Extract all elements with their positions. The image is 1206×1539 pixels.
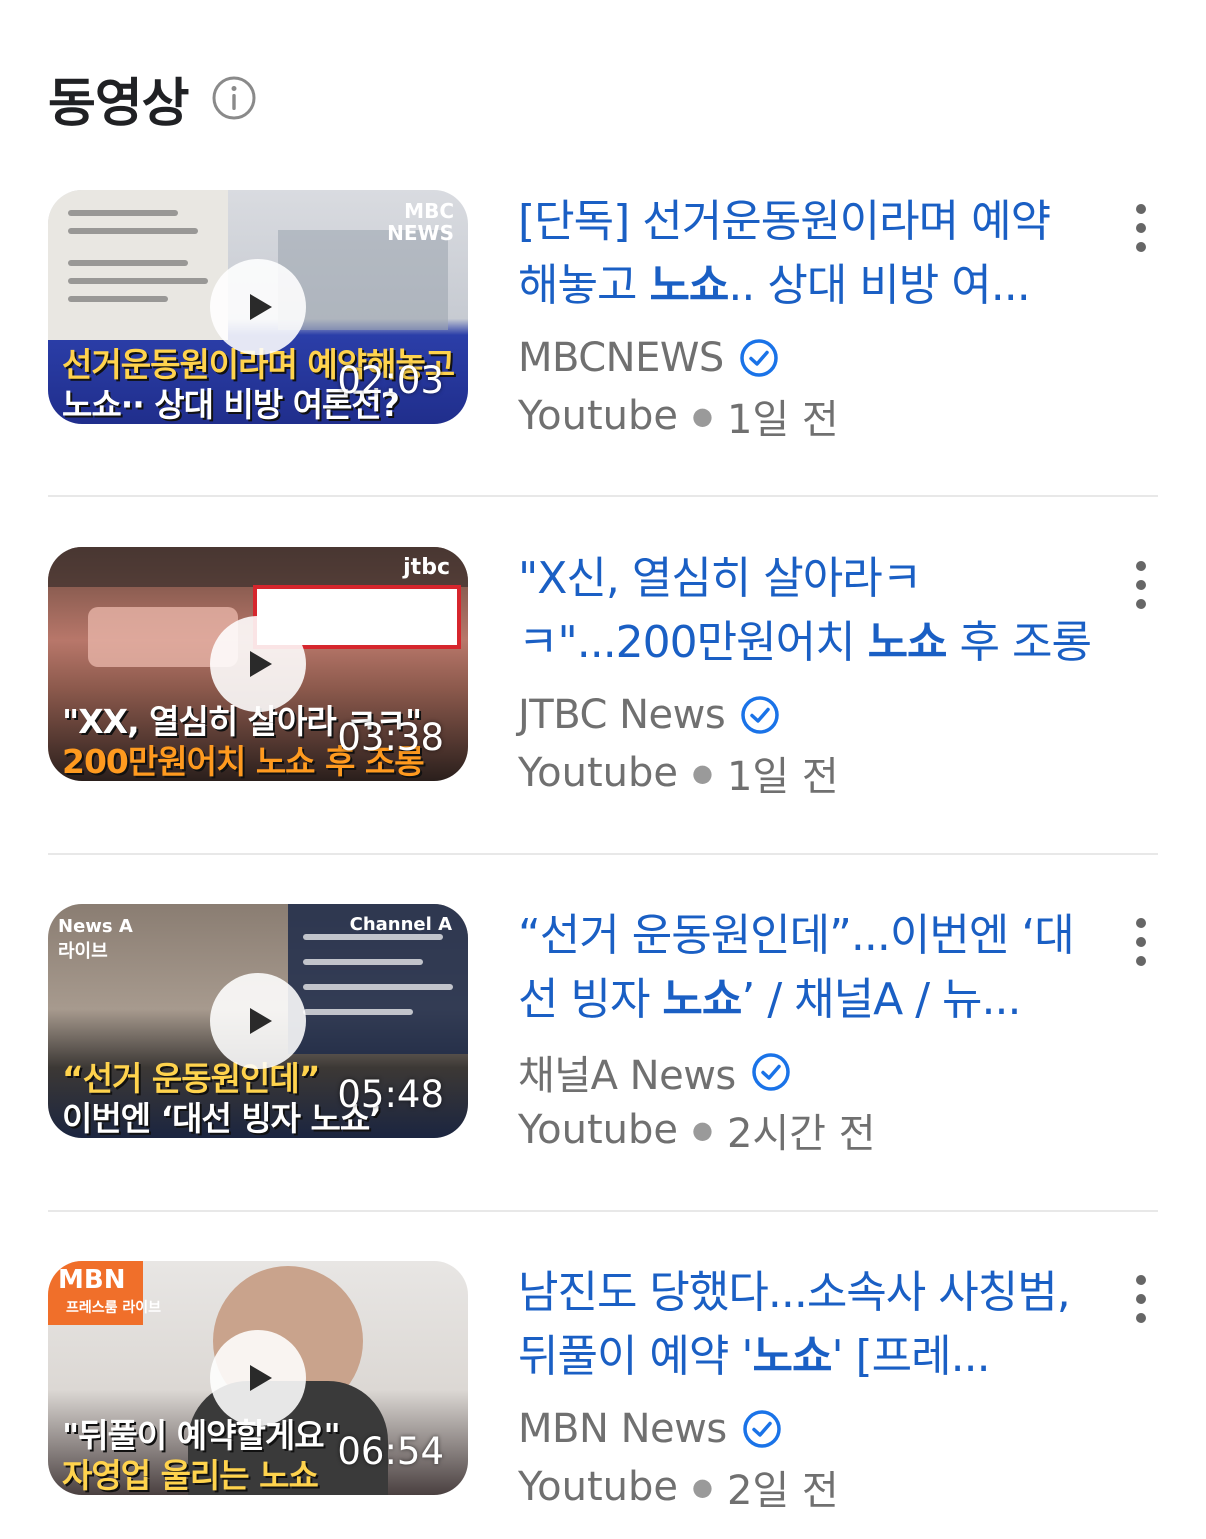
video-age: 1일 전 — [726, 397, 839, 443]
play-icon[interactable] — [210, 616, 306, 712]
video-item[interactable]: MBN 프레스룸 라이브 "뒤풀이 예약할게요" 자영업 울리는 노쇼 06:5… — [48, 1261, 1158, 1514]
video-title-link[interactable]: 남진도 당했다...소속사 사칭범, 뒤풀이 예약 '노쇼' [프레... — [518, 1261, 1098, 1389]
video-thumbnail[interactable]: MBN 프레스룸 라이브 "뒤풀이 예약할게요" 자영업 울리는 노쇼 06:5… — [48, 1261, 468, 1495]
more-options-icon[interactable] — [1124, 1275, 1158, 1323]
video-source: Youtube — [518, 1107, 678, 1153]
video-thumbnail[interactable]: MBC NEWS 선거운동원이라며 예약해놓고 노쇼·· 상대 비방 여론전? … — [48, 190, 468, 424]
video-title-link[interactable]: [단독] 선거운동원이라며 예약 해놓고 노쇼.. 상대 비방 여... — [518, 190, 1098, 318]
video-title-highlight: 노쇼 — [662, 974, 742, 1025]
verified-icon — [752, 1053, 790, 1091]
video-thumbnail[interactable]: jtbc "XX, 열심히 살아라 ㅋㅋ" 200만원어치 노쇼 후 조롱 03… — [48, 547, 468, 781]
video-thumbnail[interactable]: News A 라이브 Channel A “선거 운동원인데” 이번엔 ‘대선 빙… — [48, 904, 468, 1138]
thumbnail-caption: 자영업 울리는 노쇼 — [62, 1456, 319, 1495]
channel-name[interactable]: MBN News — [518, 1406, 727, 1452]
video-title-text: ' [프레... — [831, 1331, 990, 1382]
video-item[interactable]: MBC NEWS 선거운동원이라며 예약해놓고 노쇼·· 상대 비방 여론전? … — [48, 190, 1158, 443]
more-options-icon[interactable] — [1124, 561, 1158, 609]
info-icon[interactable] — [211, 75, 257, 121]
video-title-link[interactable]: "X신, 열심히 살아라ㅋㅋ"...200만원어치 노쇼 후 조롱까... — [518, 547, 1098, 675]
video-title-highlight: 노쇼 — [752, 1331, 832, 1382]
thumbnail-brand: MBN — [58, 1265, 126, 1295]
video-item[interactable]: jtbc "XX, 열심히 살아라 ㅋㅋ" 200만원어치 노쇼 후 조롱 03… — [48, 547, 1158, 800]
video-item[interactable]: News A 라이브 Channel A “선거 운동원인데” 이번엔 ‘대선 빙… — [48, 904, 1158, 1157]
divider — [48, 1210, 1158, 1212]
video-title-text: .. 상대 비방 여... — [728, 260, 1030, 311]
video-age: 1일 전 — [726, 754, 839, 800]
video-title-text: ’ / 채널A / 뉴... — [741, 974, 1021, 1025]
separator-dot: ● — [691, 1473, 713, 1501]
more-options-icon[interactable] — [1124, 204, 1158, 252]
verified-icon — [741, 696, 779, 734]
thumbnail-brand: MBC NEWS — [387, 199, 454, 245]
channel-name[interactable]: MBCNEWS — [518, 335, 724, 381]
video-title-highlight: 노쇼 — [649, 260, 729, 311]
video-source: Youtube — [518, 750, 678, 796]
video-duration: 03:38 — [337, 716, 444, 759]
more-options-icon[interactable] — [1124, 918, 1158, 966]
video-title-highlight: 노쇼 — [867, 617, 948, 668]
channel-name[interactable]: JTBC News — [518, 692, 726, 738]
section-header: 동영상 — [48, 58, 257, 138]
separator-dot: ● — [691, 402, 713, 430]
video-age: 2일 전 — [726, 1468, 839, 1514]
divider — [48, 853, 1158, 855]
thumbnail-brand: Channel A — [349, 914, 452, 935]
play-icon[interactable] — [210, 1330, 306, 1426]
verified-icon — [742, 1410, 781, 1448]
video-duration: 05:48 — [337, 1073, 444, 1116]
video-title-link[interactable]: “선거 운동원인데”...이번엔 ‘대선 빙자 노쇼’ / 채널A / 뉴... — [518, 904, 1098, 1032]
video-age: 2시간 전 — [726, 1111, 876, 1157]
video-duration: 02:03 — [337, 359, 444, 402]
separator-dot: ● — [691, 1116, 713, 1144]
play-icon[interactable] — [210, 973, 306, 1069]
play-icon[interactable] — [210, 259, 306, 355]
verified-icon — [740, 339, 778, 377]
channel-name[interactable]: 채널A News — [518, 1043, 736, 1101]
video-source: Youtube — [518, 1464, 678, 1510]
video-source: Youtube — [518, 393, 678, 439]
divider — [48, 495, 1158, 497]
separator-dot: ● — [691, 759, 713, 787]
video-duration: 06:54 — [337, 1430, 444, 1473]
section-title: 동영상 — [48, 73, 190, 134]
video-title-text: "X신, 열심히 살아라ㅋㅋ"...200만원어치 — [518, 553, 922, 668]
thumbnail-caption: 이번엔 ‘대선 빙자 노쇼’ — [62, 1099, 382, 1138]
thumbnail-brand: jtbc — [403, 555, 450, 580]
